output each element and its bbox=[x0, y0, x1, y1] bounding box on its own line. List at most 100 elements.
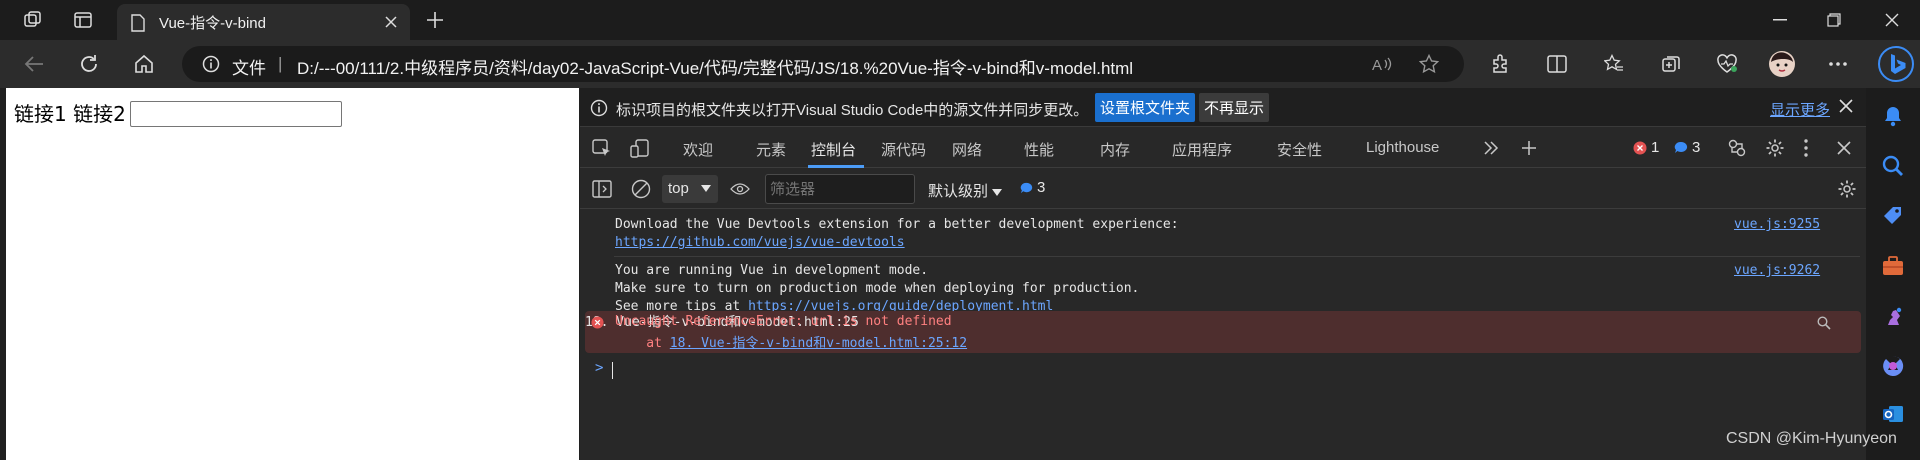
chevron-down-icon bbox=[701, 185, 711, 192]
search-icon[interactable] bbox=[1817, 316, 1831, 330]
svg-text:A: A bbox=[1372, 57, 1382, 73]
notification-bell-icon[interactable] bbox=[1879, 102, 1907, 130]
edge-sidebar bbox=[1866, 88, 1920, 460]
console-caret[interactable] bbox=[612, 362, 613, 379]
chevron-down-icon bbox=[992, 189, 1003, 196]
active-tab-indicator bbox=[808, 165, 864, 168]
favorites-icon[interactable] bbox=[1598, 48, 1630, 80]
browser-essentials-icon[interactable] bbox=[1711, 48, 1743, 80]
split-screen-icon[interactable] bbox=[1541, 48, 1573, 80]
log-level-select[interactable]: 默认级别 bbox=[928, 180, 1003, 201]
toolbar-message-count[interactable]: 3 bbox=[1037, 179, 1045, 196]
error-text: Uncaught ReferenceError: url is not defi… bbox=[615, 314, 952, 329]
copilot-icon[interactable] bbox=[1879, 352, 1907, 380]
close-tab-icon[interactable] bbox=[385, 16, 397, 28]
tab-memory[interactable]: 内存 bbox=[1100, 139, 1130, 160]
read-aloud-icon[interactable]: A bbox=[1372, 55, 1392, 73]
message-link[interactable]: https://github.com/vuejs/vue-devtools bbox=[615, 235, 905, 250]
home-icon[interactable] bbox=[128, 48, 160, 80]
source-link[interactable]: vue.js:9255 bbox=[1734, 217, 1820, 232]
url-text[interactable]: D:/---00/111/2.中级程序员/资料/day02-JavaScript… bbox=[297, 54, 1133, 79]
browser-tab-active[interactable]: Vue-指令-v-bind bbox=[117, 4, 410, 40]
device-emulation-icon[interactable] bbox=[630, 139, 650, 159]
console-toolbar: top 默认级别 3 bbox=[580, 169, 1866, 209]
close-window-icon[interactable] bbox=[1864, 0, 1920, 40]
add-tab-icon[interactable] bbox=[1521, 140, 1537, 156]
minimize-icon[interactable] bbox=[1752, 0, 1808, 40]
tab-console[interactable]: 控制台 bbox=[811, 139, 856, 160]
file-protocol-label: 文件 bbox=[232, 59, 266, 78]
collections-icon[interactable] bbox=[1655, 48, 1687, 80]
console-error-message: Uncaught ReferenceError: url is not defi… bbox=[585, 311, 1861, 353]
infobar-text: 标识项目的根文件夹以打开Visual Studio Code中的源文件并同步更改… bbox=[616, 102, 1089, 119]
error-icon bbox=[591, 316, 604, 329]
close-infobar-icon[interactable] bbox=[1838, 98, 1854, 114]
message-text: Download the Vue Devtools extension for … bbox=[615, 217, 1179, 232]
message-text: You are running Vue in development mode. bbox=[615, 263, 929, 278]
shopping-tag-icon[interactable] bbox=[1879, 202, 1907, 230]
error-stack-line: at 18. Vue-指令-v-bind和v-model.html:25:12 bbox=[615, 332, 967, 351]
info-icon[interactable] bbox=[202, 55, 220, 73]
source-link[interactable]: vue.js:9262 bbox=[1734, 263, 1820, 278]
error-count[interactable]: 1 bbox=[1651, 139, 1659, 156]
inspect-element-icon[interactable] bbox=[592, 139, 612, 159]
console-filter-input[interactable] bbox=[765, 174, 915, 204]
settings-gear-icon[interactable] bbox=[1765, 138, 1785, 158]
tab-title: Vue-指令-v-bind bbox=[159, 15, 266, 32]
page-viewport: 链接1 链接2 bbox=[6, 88, 579, 460]
message-divider bbox=[614, 256, 1860, 257]
page-text-input[interactable] bbox=[130, 101, 342, 127]
address-bar[interactable]: 文件 | D:/---00/111/2.中级程序员/资料/day02-JavaS… bbox=[182, 46, 1464, 82]
context-value: top bbox=[668, 180, 689, 197]
error-count-icon[interactable] bbox=[1633, 141, 1647, 155]
favorite-star-icon[interactable] bbox=[1419, 54, 1439, 74]
info-icon bbox=[590, 99, 608, 117]
stack-link[interactable]: 18. Vue-指令-v-bind和v-model.html:25:12 bbox=[670, 336, 967, 351]
bing-copilot-icon[interactable] bbox=[1878, 46, 1914, 82]
tab-security[interactable]: 安全性 bbox=[1277, 139, 1322, 160]
workspaces-icon[interactable] bbox=[20, 8, 46, 32]
console-messages: Download the Vue Devtools extension for … bbox=[580, 210, 1866, 460]
tools-briefcase-icon[interactable] bbox=[1879, 252, 1907, 280]
stack-prefix: at bbox=[615, 336, 670, 351]
tab-actions-icon[interactable] bbox=[70, 8, 96, 32]
tab-welcome[interactable]: 欢迎 bbox=[683, 139, 713, 160]
sidebar-toggle-icon[interactable] bbox=[592, 180, 612, 198]
refresh-icon[interactable] bbox=[73, 48, 105, 80]
close-devtools-icon[interactable] bbox=[1836, 140, 1852, 156]
profile-avatar[interactable] bbox=[1766, 48, 1798, 80]
live-expression-eye-icon[interactable] bbox=[730, 181, 750, 197]
restore-icon[interactable] bbox=[1806, 0, 1862, 40]
message-count-icon[interactable] bbox=[1674, 141, 1688, 155]
separator: | bbox=[278, 54, 283, 73]
tab-performance[interactable]: 性能 bbox=[1024, 139, 1054, 160]
more-menu-icon[interactable] bbox=[1822, 48, 1854, 80]
tab-sources[interactable]: 源代码 bbox=[881, 139, 926, 160]
search-icon[interactable] bbox=[1879, 152, 1907, 180]
extensions-icon[interactable] bbox=[1484, 48, 1516, 80]
context-select[interactable]: top bbox=[662, 175, 718, 203]
back-icon[interactable] bbox=[18, 48, 50, 80]
console-prompt[interactable]: > bbox=[595, 360, 603, 376]
tab-network[interactable]: 网络 bbox=[952, 139, 982, 160]
new-tab-icon[interactable] bbox=[422, 8, 448, 32]
tab-lighthouse[interactable]: Lighthouse bbox=[1366, 139, 1439, 156]
settings-sync-icon[interactable] bbox=[1727, 138, 1747, 158]
tab-elements[interactable]: 元素 bbox=[756, 139, 786, 160]
clear-console-icon[interactable] bbox=[631, 179, 651, 199]
games-chess-icon[interactable] bbox=[1879, 302, 1907, 330]
outlook-icon[interactable] bbox=[1879, 400, 1907, 428]
set-root-folder-button[interactable]: 设置根文件夹 bbox=[1095, 93, 1195, 122]
page-links-text[interactable]: 链接1 链接2 bbox=[14, 98, 126, 127]
console-settings-icon[interactable] bbox=[1837, 179, 1857, 199]
message-text: Make sure to turn on production mode whe… bbox=[615, 281, 1140, 296]
tab-application[interactable]: 应用程序 bbox=[1172, 139, 1232, 160]
dont-show-again-button[interactable]: 不再显示 bbox=[1199, 93, 1269, 122]
more-options-icon[interactable] bbox=[1804, 139, 1808, 157]
show-more-link[interactable]: 显示更多 bbox=[1770, 99, 1830, 120]
more-tabs-icon[interactable] bbox=[1483, 141, 1499, 155]
message-count[interactable]: 3 bbox=[1692, 139, 1700, 156]
message-count-icon bbox=[1020, 182, 1033, 195]
devtools-panel: 标识项目的根文件夹以打开Visual Studio Code中的源文件并同步更改… bbox=[580, 88, 1866, 460]
devtools-tab-bar: 欢迎 元素 控制台 源代码 网络 性能 内存 应用程序 安全性 Lighthou… bbox=[580, 128, 1866, 168]
